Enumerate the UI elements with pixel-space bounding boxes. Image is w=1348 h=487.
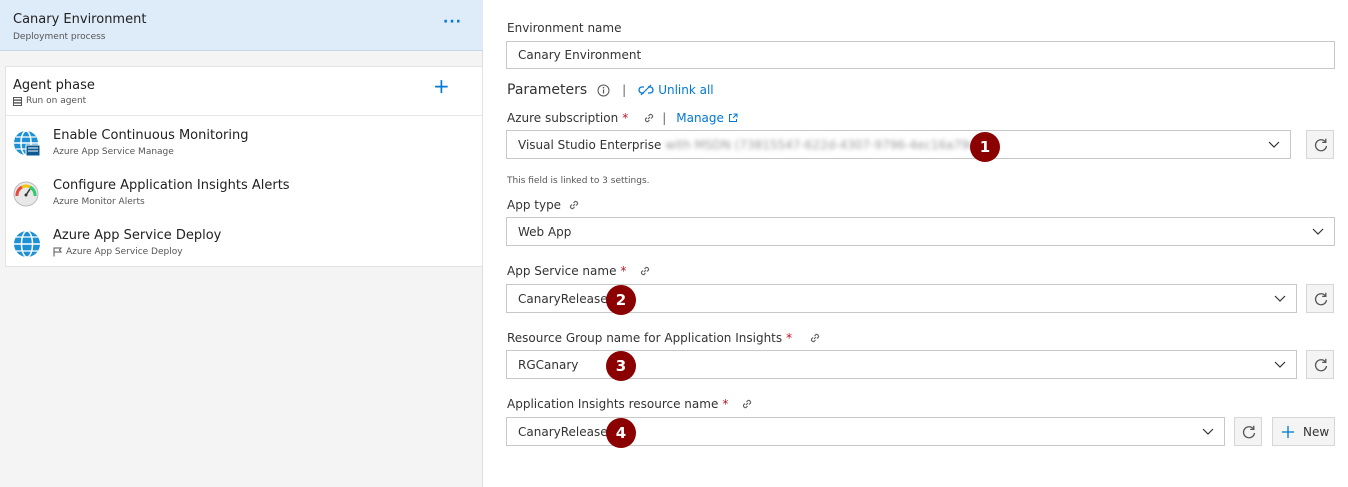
refresh-subscription-button[interactable] (1306, 130, 1334, 159)
task-item-enable-monitoring[interactable]: Enable Continuous Monitoring Azure App S… (6, 117, 482, 167)
app-service-label-row: App Service name * (507, 264, 652, 278)
link-icon[interactable] (740, 397, 754, 411)
agent-phase[interactable]: Agent phase Run on agent + (6, 67, 482, 116)
resource-group-label-row: Resource Group name for Application Insi… (507, 331, 822, 345)
new-insights-button[interactable]: New (1272, 417, 1335, 446)
task-list: Agent phase Run on agent + Enable Contin… (5, 66, 483, 267)
subscription-select[interactable]: Visual Studio Enterprise with MSDN (73815… (506, 130, 1291, 159)
app-service-value: CanaryRelease (518, 292, 608, 306)
app-type-value: Web App (518, 225, 572, 239)
link-icon[interactable] (638, 264, 652, 278)
callout-badge-1: 1 (970, 132, 1000, 162)
refresh-insights-button[interactable] (1234, 417, 1262, 446)
callout-badge-2: 2 (606, 285, 636, 315)
parameters-row: Parameters | Unlink all (507, 82, 714, 98)
resource-group-label: Resource Group name for Application Insi… (507, 331, 783, 345)
task-item-configure-alerts[interactable]: Configure Application Insights Alerts Az… (6, 167, 482, 217)
environment-name-label: Environment name (507, 21, 622, 35)
info-icon[interactable] (597, 84, 610, 97)
insights-label: Application Insights resource name (507, 397, 719, 411)
refresh-icon (1314, 138, 1328, 152)
subscription-id: with MSDN (73815547-622d-4307-9796-4ec16… (665, 138, 999, 152)
insights-label-row: Application Insights resource name * (507, 397, 754, 411)
pipeline-pane: Canary Environment Deployment process ··… (0, 0, 483, 487)
task-subtitle-text: Azure App Service Deploy (66, 247, 183, 257)
subscription-label-row: Azure subscription * | Manage (507, 111, 738, 125)
gauge-icon (13, 181, 39, 207)
external-link-icon[interactable] (728, 113, 738, 123)
task-subtitle: Azure App Service Deploy (53, 247, 183, 257)
plus-icon (1282, 425, 1294, 438)
unlink-all-link[interactable]: Unlink all (658, 83, 713, 97)
chevron-down-icon (1274, 361, 1286, 368)
chevron-down-icon (1312, 228, 1324, 235)
required-marker: * (622, 111, 629, 125)
new-button-label: New (1303, 424, 1330, 439)
environment-title: Canary Environment (13, 12, 147, 27)
server-icon (13, 96, 22, 106)
flag-icon (53, 247, 62, 257)
app-type-select[interactable]: Web App (506, 217, 1335, 246)
required-marker: * (722, 397, 729, 411)
more-options-button[interactable]: ··· (443, 14, 462, 30)
refresh-icon (1242, 425, 1256, 439)
subscription-separator: | (662, 111, 667, 125)
environment-header[interactable]: Canary Environment Deployment process ··… (0, 0, 483, 51)
environment-subtitle: Deployment process (13, 32, 106, 42)
settings-pane: Environment name Parameters | Unlink all… (484, 0, 1348, 487)
resource-group-value: RGCanary (518, 358, 579, 372)
app-service-label: App Service name (507, 264, 617, 278)
link-icon[interactable] (567, 198, 581, 212)
phase-subtitle-text: Run on agent (26, 96, 87, 106)
subscription-label: Azure subscription (507, 111, 619, 125)
task-item-app-service-deploy[interactable]: Azure App Service Deploy Azure App Servi… (6, 217, 482, 267)
refresh-app-service-button[interactable] (1306, 284, 1334, 313)
task-name: Azure App Service Deploy (53, 228, 222, 243)
phase-title: Agent phase (13, 78, 95, 93)
refresh-resource-group-button[interactable] (1306, 350, 1334, 379)
environment-name-input[interactable] (506, 41, 1335, 69)
subscription-hint: This field is linked to 3 settings. (507, 176, 650, 186)
required-marker: * (620, 264, 627, 278)
task-subtitle: Azure App Service Manage (53, 147, 174, 157)
add-task-button[interactable]: + (433, 76, 450, 96)
link-icon[interactable] (808, 331, 822, 345)
app-type-label-row: App type (507, 198, 581, 212)
link-icon[interactable] (642, 111, 656, 125)
task-name: Configure Application Insights Alerts (53, 178, 290, 193)
phase-subtitle: Run on agent (13, 96, 86, 106)
callout-badge-3: 3 (606, 351, 636, 381)
subscription-value: Visual Studio Enterprise (518, 138, 662, 152)
insights-value: CanaryRelease (518, 425, 608, 439)
chevron-down-icon (1202, 428, 1214, 435)
task-name: Enable Continuous Monitoring (53, 128, 249, 143)
unlink-icon[interactable] (638, 83, 654, 97)
chevron-down-icon (1274, 295, 1286, 302)
chevron-down-icon (1268, 141, 1280, 148)
app-service-globe-icon (14, 230, 40, 258)
task-subtitle: Azure Monitor Alerts (53, 197, 145, 207)
required-marker: * (786, 331, 793, 345)
parameters-separator: | (622, 83, 627, 97)
parameters-heading: Parameters (507, 82, 588, 98)
app-type-label: App type (507, 198, 562, 212)
refresh-icon (1314, 292, 1328, 306)
app-service-globe-icon (14, 130, 41, 157)
callout-badge-4: 4 (606, 418, 636, 448)
manage-link[interactable]: Manage (676, 111, 724, 125)
refresh-icon (1314, 358, 1328, 372)
